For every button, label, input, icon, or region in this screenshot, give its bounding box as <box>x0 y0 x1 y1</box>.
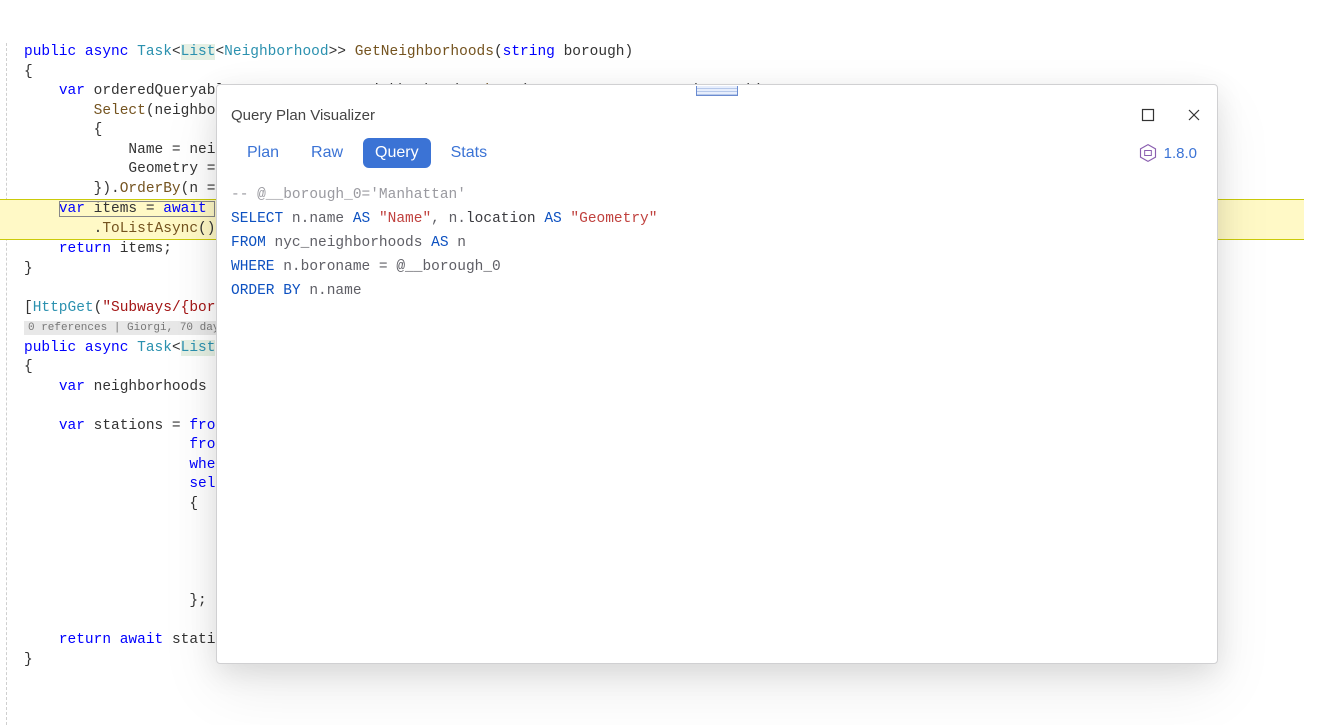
assign-name: Name = nei <box>128 142 215 158</box>
sql-orderby-col: n.name <box>301 283 362 299</box>
brace: { <box>94 122 103 138</box>
popup-grip[interactable] <box>217 85 1217 99</box>
linq-select: sel <box>189 476 215 492</box>
popup-tabs: Plan Raw Query Stats 1.8.0 <box>217 131 1217 171</box>
type-neighborhood: Neighborhood <box>224 44 328 60</box>
sql-where-cond: n.boroname = @__borough_0 <box>275 259 501 275</box>
keyword-await: await <box>163 201 207 217</box>
keyword-return2: return <box>59 632 111 648</box>
type-task: Task <box>137 44 172 60</box>
items-eq: items = <box>85 201 163 217</box>
type-task2: Task <box>137 340 172 356</box>
tab-raw[interactable]: Raw <box>299 138 355 168</box>
keyword-await2: await <box>111 632 163 648</box>
popup-title: Query Plan Visualizer <box>231 107 1139 124</box>
linq-where: whe <box>189 457 215 473</box>
type-list: List <box>181 44 216 60</box>
keyword-var: var <box>59 83 85 99</box>
keyword-var3: var <box>59 418 85 434</box>
sql-orderby: ORDER BY <box>231 283 301 299</box>
stations-decl: stations = <box>85 418 189 434</box>
tab-stats[interactable]: Stats <box>439 138 499 168</box>
type-list2: List <box>181 340 216 356</box>
maximize-icon[interactable] <box>1139 106 1157 124</box>
sql-alias: n <box>449 235 466 251</box>
sql-cols1: n.name <box>283 211 353 227</box>
brace: } <box>24 261 33 277</box>
method-orderby: OrderBy <box>120 181 181 197</box>
keyword-return: return <box>59 241 111 257</box>
sql-where: WHERE <box>231 259 275 275</box>
linq-from1: fro <box>189 418 215 434</box>
sql-as2: AS <box>544 211 561 227</box>
sql-query-view: -- @__borough_0='Manhattan' SELECT n.nam… <box>217 171 1217 663</box>
sql-comma: , n. <box>431 211 466 227</box>
keyword-var2: var <box>59 379 85 395</box>
method-getneighborhoods: GetNeighborhoods <box>355 44 494 60</box>
version-label: 1.8.0 <box>1164 145 1197 162</box>
query-plan-visualizer-popup: Query Plan Visualizer Plan Raw Query Sta… <box>216 84 1218 664</box>
brace: } <box>24 652 33 668</box>
keyword-public: public <box>24 44 76 60</box>
assign-geometry: Geometry = <box>128 161 215 177</box>
sql-as3: AS <box>431 235 448 251</box>
keyword-async2: async <box>85 340 129 356</box>
keyword-string: string <box>503 44 555 60</box>
neighborhoods-decl: neighborhoods <box>85 379 216 395</box>
brace: { <box>189 496 198 512</box>
return-items: items; <box>111 241 172 257</box>
method-tolistasync: ToListAsync <box>102 221 198 237</box>
method-select: Select <box>94 103 146 119</box>
sql-location: location <box>466 211 536 227</box>
attribute-httpget: HttpGet <box>33 300 94 316</box>
brace: { <box>24 359 33 375</box>
sql-select: SELECT <box>231 211 283 227</box>
tab-query[interactable]: Query <box>363 138 431 168</box>
keyword-var-hl: var <box>59 201 85 217</box>
close-icon[interactable] <box>1185 106 1203 124</box>
end-brace-semi: }; <box>189 593 206 609</box>
keyword-public2: public <box>24 340 76 356</box>
sql-space <box>536 211 545 227</box>
popup-header: Query Plan Visualizer <box>217 99 1217 131</box>
sql-geom-lit: "Geometry" <box>562 211 658 227</box>
sql-comment: -- @__borough_0='Manhattan' <box>231 187 466 203</box>
sql-as1: AS <box>353 211 370 227</box>
return-await-rest: stati <box>163 632 215 648</box>
version-badge[interactable]: 1.8.0 <box>1138 143 1203 163</box>
tab-plan[interactable]: Plan <box>235 138 291 168</box>
sql-name-lit: "Name" <box>370 211 431 227</box>
hex-icon <box>1138 143 1158 163</box>
param-borough: borough <box>564 44 625 60</box>
route-string: "Subways/{bor <box>102 300 215 316</box>
keyword-async: async <box>85 44 129 60</box>
linq-from2: fro <box>189 437 215 453</box>
sql-from-tbl: nyc_neighborhoods <box>266 235 431 251</box>
sql-from: FROM <box>231 235 266 251</box>
brace: { <box>24 64 33 80</box>
